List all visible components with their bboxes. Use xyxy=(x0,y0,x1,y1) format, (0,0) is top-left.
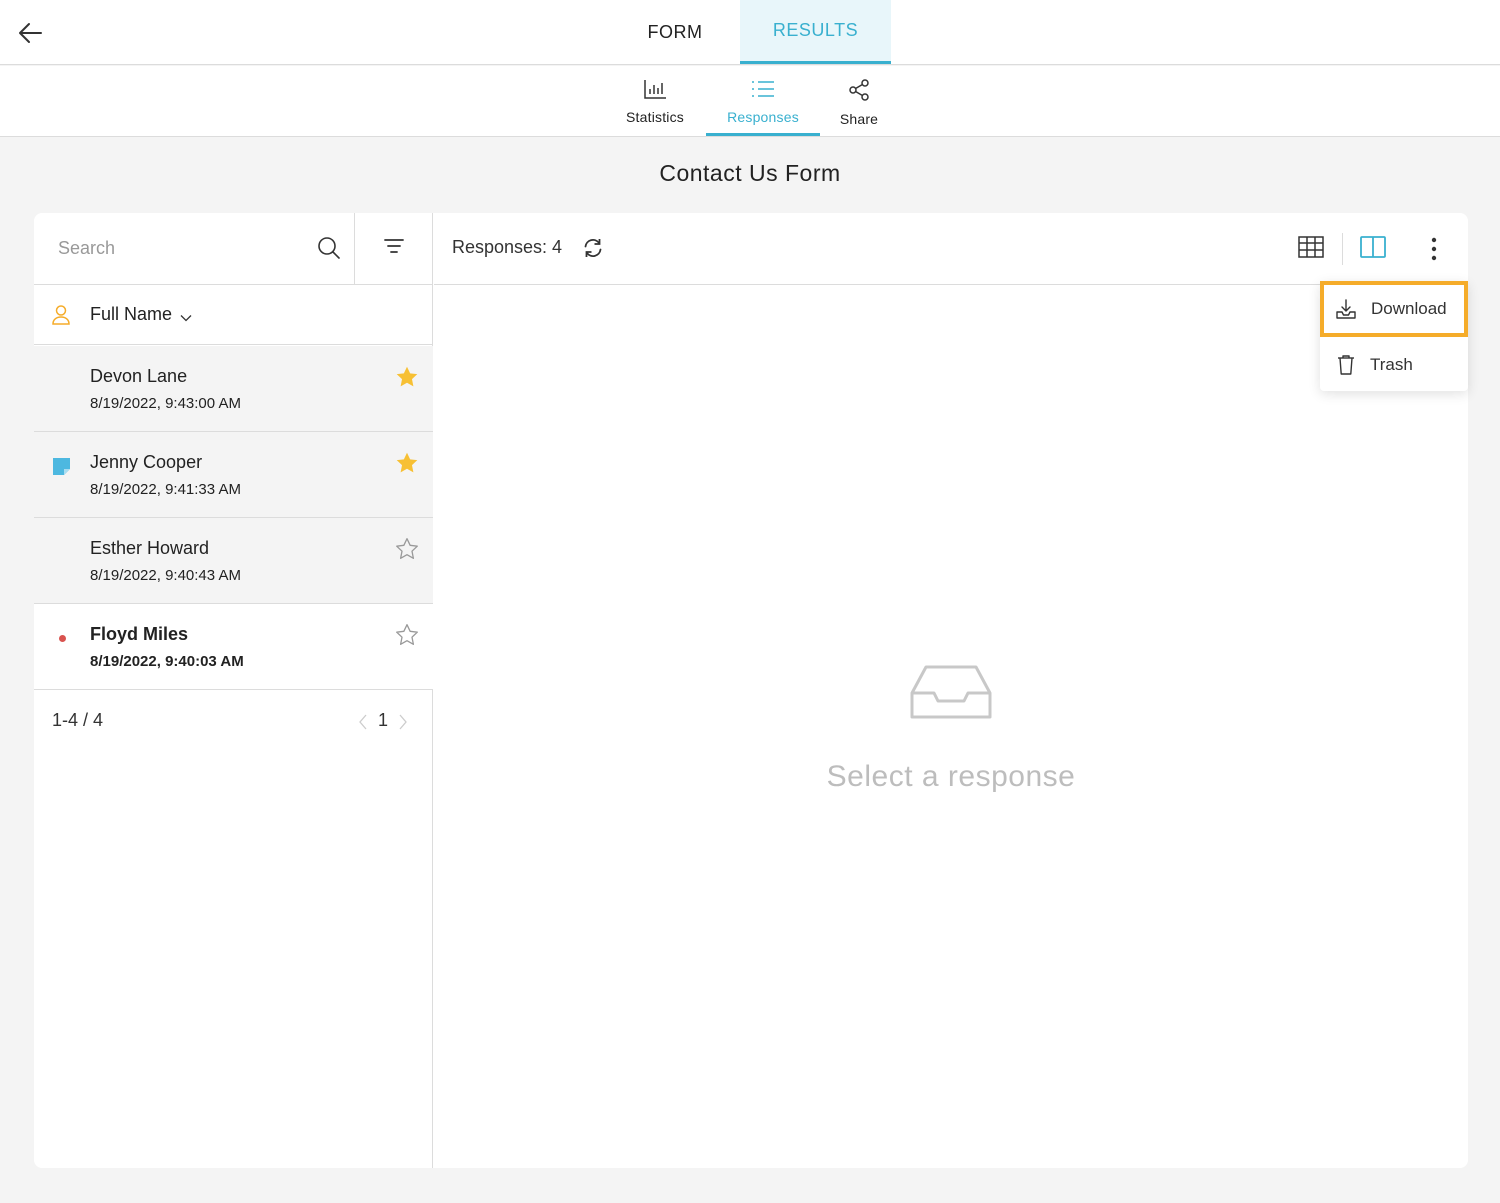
response-name: Jenny Cooper xyxy=(90,452,203,472)
page-title: Contact Us Form xyxy=(659,160,841,186)
subtab-responses[interactable]: Responses xyxy=(706,66,820,136)
filter-button[interactable] xyxy=(354,213,433,284)
sort-label: Full Name xyxy=(90,304,173,324)
split-view-icon[interactable] xyxy=(1360,235,1386,264)
refresh-icon[interactable] xyxy=(582,237,604,264)
more-actions-menu: Download Trash xyxy=(1320,281,1468,391)
response-date: 8/19/2022, 9:40:43 AM xyxy=(90,567,241,584)
response-date: 8/19/2022, 9:40:03 AM xyxy=(90,653,244,670)
chevron-down-icon xyxy=(180,309,192,327)
pagination: 1-4 / 4 1 xyxy=(34,690,433,750)
note-icon xyxy=(53,458,70,480)
user-icon xyxy=(51,304,71,331)
subtab-statistics-label: Statistics xyxy=(625,109,684,125)
share-icon xyxy=(847,78,871,105)
bar-chart-icon xyxy=(643,78,667,103)
unread-dot-icon xyxy=(59,635,66,642)
trash-icon xyxy=(1336,354,1356,376)
star-outline-icon[interactable] xyxy=(394,622,420,648)
response-date: 8/19/2022, 9:41:33 AM xyxy=(90,481,241,498)
filter-icon xyxy=(383,237,405,260)
sort-by-full-name[interactable]: Full Name xyxy=(34,285,433,345)
star-filled-icon[interactable] xyxy=(394,364,420,390)
response-detail-panel: Responses: 4 Select a response xyxy=(434,213,1468,1168)
response-name: Floyd Miles xyxy=(90,624,189,644)
inbox-icon xyxy=(910,663,992,724)
download-icon xyxy=(1335,298,1357,320)
current-page[interactable]: 1 xyxy=(378,710,388,731)
response-name: Devon Lane xyxy=(90,366,188,386)
chevron-right-icon[interactable] xyxy=(398,714,408,735)
list-icon xyxy=(750,78,776,103)
subtab-share-label: Share xyxy=(839,111,879,127)
table-view-icon[interactable] xyxy=(1298,235,1324,264)
menu-item-download[interactable]: Download xyxy=(1320,281,1468,337)
star-filled-icon[interactable] xyxy=(394,450,420,476)
menu-item-trash[interactable]: Trash xyxy=(1320,337,1468,393)
pagination-range: 1-4 / 4 xyxy=(52,710,104,730)
back-arrow-icon[interactable] xyxy=(14,16,48,50)
response-row[interactable]: Esther Howard 8/19/2022, 9:40:43 AM xyxy=(34,518,433,604)
chevron-left-icon[interactable] xyxy=(358,714,368,735)
tab-form[interactable]: FORM xyxy=(620,0,730,64)
subtab-statistics[interactable]: Statistics xyxy=(608,66,702,136)
top-bar: FORM RESULTS xyxy=(0,0,1500,65)
detail-toolbar: Responses: 4 xyxy=(434,213,1468,285)
responses-count: Responses: 4 xyxy=(452,237,563,257)
subtab-share[interactable]: Share xyxy=(820,66,898,136)
responses-list-panel: Full Name Devon Lane 8/19/2022, 9:43:00 … xyxy=(34,213,433,1168)
tab-results[interactable]: RESULTS xyxy=(740,0,891,64)
response-name: Esther Howard xyxy=(90,538,210,558)
search-input[interactable] xyxy=(34,213,354,284)
menu-item-download-label: Download xyxy=(1371,299,1447,318)
subtab-responses-label: Responses xyxy=(727,109,799,125)
empty-state-text: Select a response xyxy=(826,760,1076,793)
star-outline-icon[interactable] xyxy=(394,536,420,562)
response-date: 8/19/2022, 9:43:00 AM xyxy=(90,395,241,412)
response-row[interactable]: Jenny Cooper 8/19/2022, 9:41:33 AM xyxy=(34,432,433,518)
empty-state: Select a response xyxy=(434,663,1468,794)
response-row[interactable]: Devon Lane 8/19/2022, 9:43:00 AM xyxy=(34,346,433,432)
results-subnav: Statistics Responses Share xyxy=(0,66,1500,137)
search-row xyxy=(34,213,433,285)
more-vertical-icon[interactable] xyxy=(1422,233,1446,265)
results-card: Full Name Devon Lane 8/19/2022, 9:43:00 … xyxy=(34,213,1468,1168)
menu-item-trash-label: Trash xyxy=(1370,355,1413,374)
search-icon[interactable] xyxy=(316,235,342,261)
response-row-unread[interactable]: Floyd Miles 8/19/2022, 9:40:03 AM xyxy=(34,604,433,690)
toolbar-divider xyxy=(1342,233,1343,265)
